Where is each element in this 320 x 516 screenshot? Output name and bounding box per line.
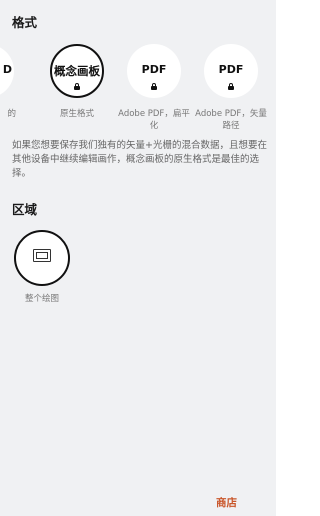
format-label-native: 原生格式: [59, 109, 94, 119]
store-button[interactable]: 商店: [216, 495, 237, 510]
canvas-icon: [33, 249, 51, 262]
format-option-native[interactable]: 概念画板: [50, 44, 104, 98]
format-option-pdf-vector[interactable]: PDF: [204, 44, 258, 98]
format-section-title: 格式: [12, 15, 38, 30]
format-option-pdf-flattened[interactable]: PDF: [127, 44, 181, 98]
export-panel: 格式 D 的 概念画板 原生格式 PDF Adobe PDF，扁平化 PDF A…: [0, 0, 276, 516]
format-option-partial[interactable]: D: [0, 44, 14, 98]
format-option-partial-text: D: [2, 63, 12, 76]
lock-icon: [151, 83, 157, 90]
region-section-title: 区域: [12, 202, 38, 217]
format-label-pdf-vector: Adobe PDF，矢量路径: [195, 109, 267, 131]
format-option-native-text: 概念画板: [54, 64, 100, 78]
format-label-pdf-flattened: Adobe PDF，扁平化: [118, 109, 190, 131]
background-edge: [276, 0, 286, 516]
lock-icon: [228, 83, 234, 90]
format-option-pdf-flattened-text: PDF: [141, 63, 167, 76]
region-option-whole-drawing[interactable]: [14, 230, 70, 286]
format-label-partial: 的: [7, 109, 16, 119]
format-description: 如果您想要保存我们独有的矢量+光栅的混合数据，且想要在其他设备中继续编辑画作，概…: [12, 140, 267, 179]
format-option-pdf-vector-text: PDF: [218, 63, 244, 76]
region-label: 整个绘图: [24, 294, 59, 304]
lock-icon: [74, 83, 80, 90]
